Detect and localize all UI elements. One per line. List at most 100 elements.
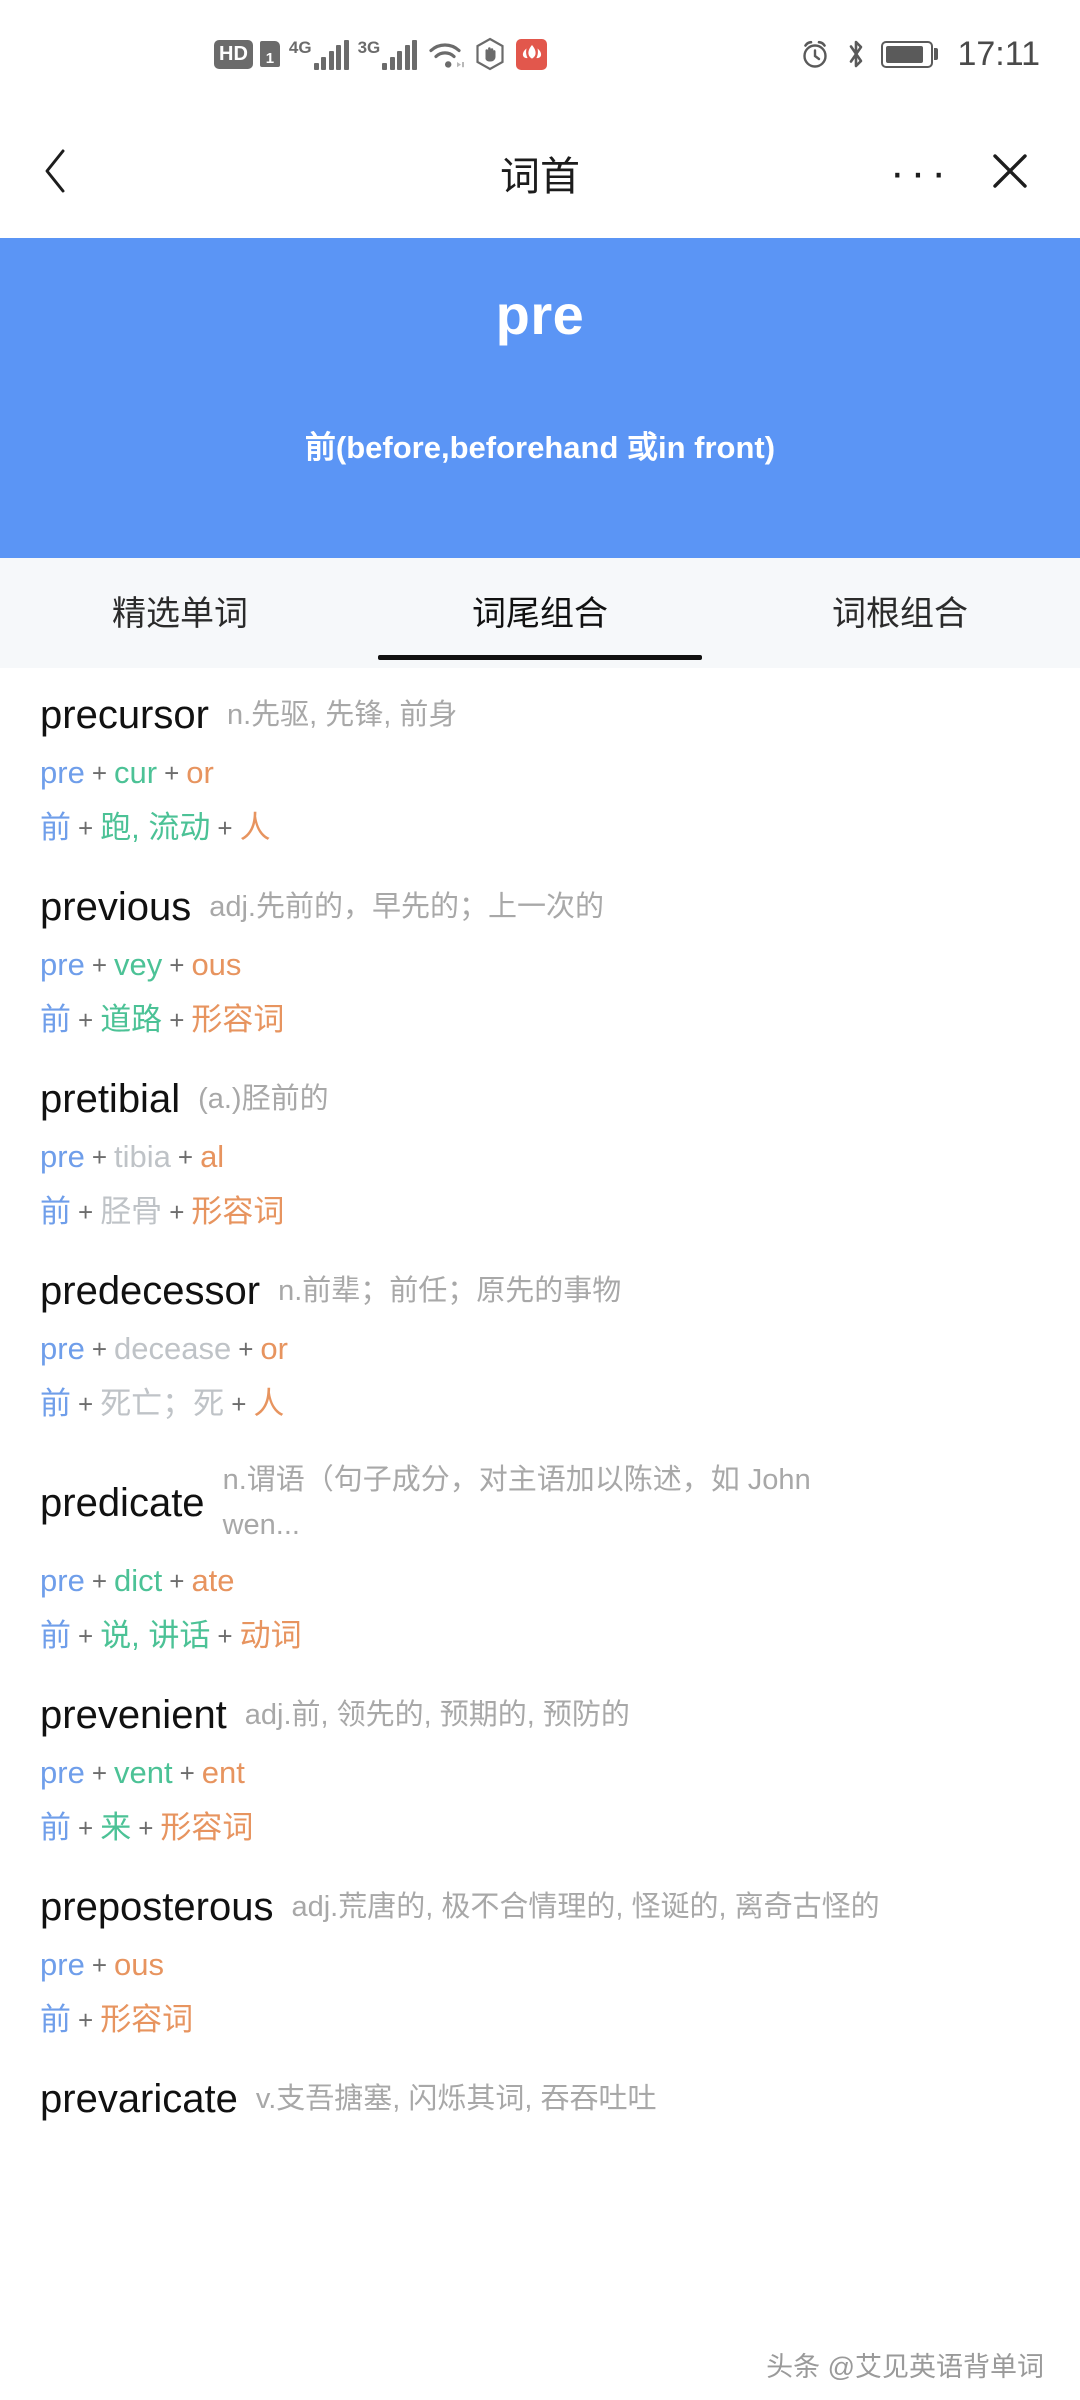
plus-separator: + (169, 1005, 185, 1036)
word-entry[interactable]: pretibial (a.)胫前的 pre + tibia + al 前 + 胫骨 + 形容词 (40, 1052, 1040, 1244)
plus-separator: + (138, 1813, 154, 1844)
morpheme-part: 胫骨 (100, 1194, 163, 1230)
morpheme-row-en: pre + decease + or (40, 1327, 1040, 1371)
status-bar-right-icons: 17:11 (799, 35, 1040, 74)
word-meaning: adj.荒唐的, 极不合情理的, 怪诞的, 离奇古怪的 (291, 1890, 880, 1923)
plus-separator: + (169, 1566, 185, 1596)
morpheme-part: 前 (40, 1386, 71, 1422)
chevron-left-icon (41, 147, 69, 200)
morpheme-part: ate (191, 1563, 235, 1598)
plus-separator: + (91, 1950, 107, 1981)
do-not-disturb-icon (473, 37, 507, 71)
word-entry[interactable]: prevaricate v.支吾搪塞, 闪烁其词, 吞吞吐吐 (40, 2052, 1040, 2134)
morpheme-part: ent (201, 1755, 245, 1791)
morpheme-row-zh: 前 + 说, 讲话 + 动词 (40, 1614, 1040, 1658)
morpheme-part: vent (114, 1755, 173, 1791)
navigation-actions: ··· (890, 149, 1080, 198)
morpheme-part: 人 (239, 810, 271, 846)
morpheme-part: 人 (253, 1386, 285, 1422)
battery-icon (881, 40, 934, 68)
word-title: pretibial (40, 1077, 181, 1122)
tab-label: 词尾组合 (472, 594, 608, 633)
morpheme-part: vey (114, 947, 163, 983)
plus-separator: + (91, 1334, 107, 1365)
status-bar-clock: 17:11 (957, 34, 1040, 73)
tab-label: 精选单词 (112, 594, 248, 633)
signal-4g-bars (313, 39, 349, 70)
plus-separator: + (91, 1758, 107, 1789)
plus-separator: + (91, 758, 107, 788)
signal-4g-label: 4G (288, 37, 312, 57)
signal-3g-bars (382, 39, 418, 70)
morpheme-part: pre (40, 1139, 85, 1175)
word-title: preposterous (40, 1885, 274, 1930)
word-entry[interactable]: predicate n.谓语（句子成分，对主语加以陈述，如 John wen...… (40, 1436, 1040, 1668)
morpheme-part: pre (40, 1331, 85, 1367)
plus-separator: + (78, 2005, 94, 2036)
more-dots-icon[interactable]: ··· (890, 151, 952, 195)
morpheme-row-en: pre + dict + ate (40, 1559, 1040, 1603)
morpheme-part: pre (40, 1755, 85, 1791)
plus-separator: + (78, 813, 94, 844)
morpheme-part: 来 (100, 1810, 132, 1846)
word-list: precursor n.先驱, 先锋, 前身 pre + cur + or 前 + 跑, 流动 + 人… (0, 668, 1080, 2135)
word-entry[interactable]: prevenient adj.前, 领先的, 预期的, 预防的 pre + vent + e… (40, 1668, 1040, 1860)
word-entry[interactable]: precursor n.先驱, 先锋, 前身 pre + cur + or 前 + 跑, 流动 + 人 (40, 668, 1040, 860)
plus-separator: + (217, 1621, 233, 1652)
watermark: 头条 @艾见英语背单词 (766, 2352, 1044, 2382)
close-icon[interactable] (988, 149, 1032, 198)
hd-icon: HD (214, 39, 253, 69)
word-entry[interactable]: preposterous adj.荒唐的, 极不合情理的, 怪诞的, 离奇古怪的 p… (40, 1860, 1040, 2052)
word-title: predicate (40, 1481, 205, 1526)
affix-definition: 前(before,beforehand 或in front) (304, 430, 776, 465)
morpheme-row-zh: 前 + 来 + 形容词 (40, 1806, 1040, 1850)
morpheme-part: ous (191, 947, 242, 983)
word-meaning: adj.先前的，早先的；上一次的 (209, 890, 604, 923)
tab-suffix-combinations[interactable]: 词尾组合 (360, 558, 720, 668)
signal-3g-icon: 3G (358, 39, 418, 70)
morpheme-part: tibia (114, 1139, 171, 1175)
morpheme-row-zh: 前 + 胫骨 + 形容词 (40, 1190, 1040, 1234)
morpheme-part: 形容词 (160, 1810, 254, 1846)
morpheme-part: 前 (40, 2002, 71, 2038)
huawei-logo-icon (516, 38, 548, 70)
plus-separator: + (238, 1334, 254, 1365)
back-button[interactable] (0, 147, 110, 200)
morpheme-row-en: pre + vey + ous (40, 943, 1040, 987)
morpheme-row-zh: 前 + 死亡；死 + 人 (40, 1382, 1040, 1426)
affix-title: pre (495, 283, 585, 346)
plus-separator: + (91, 1566, 107, 1596)
affix-hero-banner: pre 前(before,beforehand 或in front) (0, 238, 1080, 558)
word-title: prevaricate (40, 2077, 238, 2122)
plus-separator: + (78, 1389, 94, 1420)
morpheme-row-zh: 前 + 道路 + 形容词 (40, 998, 1040, 1042)
wifi-icon (426, 38, 465, 70)
morpheme-part: pre (40, 1947, 85, 1983)
morpheme-row-en: pre + vent + ent (40, 1751, 1040, 1795)
plus-separator: + (91, 950, 107, 981)
morpheme-part: or (186, 755, 214, 790)
tab-featured-words[interactable]: 精选单词 (0, 558, 360, 668)
plus-separator: + (169, 1197, 185, 1228)
morpheme-part: 动词 (239, 1618, 302, 1654)
tab-root-combinations[interactable]: 词根组合 (720, 558, 1080, 668)
word-title: predecessor (40, 1269, 261, 1314)
word-meaning: adj.前, 领先的, 预期的, 预防的 (244, 1698, 630, 1731)
plus-separator: + (91, 1142, 107, 1173)
morpheme-part: 跑, 流动 (100, 810, 211, 846)
morpheme-part: pre (40, 755, 85, 790)
signal-3g-label: 3G (357, 37, 381, 57)
plus-separator: + (164, 758, 180, 788)
morpheme-part: pre (40, 1563, 85, 1598)
word-title: precursor (40, 693, 209, 737)
plus-separator: + (231, 1389, 247, 1420)
plus-separator: + (169, 950, 185, 981)
signal-4g-icon: 4G (289, 39, 349, 70)
word-entry[interactable]: predecessor n.前辈；前任；原先的事物 pre + decease + or 前 +… (40, 1244, 1040, 1436)
morpheme-row-en: pre + cur + or (40, 751, 1040, 795)
morpheme-part: 说, 讲话 (100, 1618, 211, 1654)
word-entry[interactable]: previous adj.先前的，早先的；上一次的 pre + vey + ous 前 + 道路 +… (40, 860, 1040, 1052)
navigation-bar: 词首 ··· (0, 108, 1080, 238)
word-title: previous (40, 885, 192, 930)
morpheme-part: 死亡；死 (100, 1386, 225, 1422)
